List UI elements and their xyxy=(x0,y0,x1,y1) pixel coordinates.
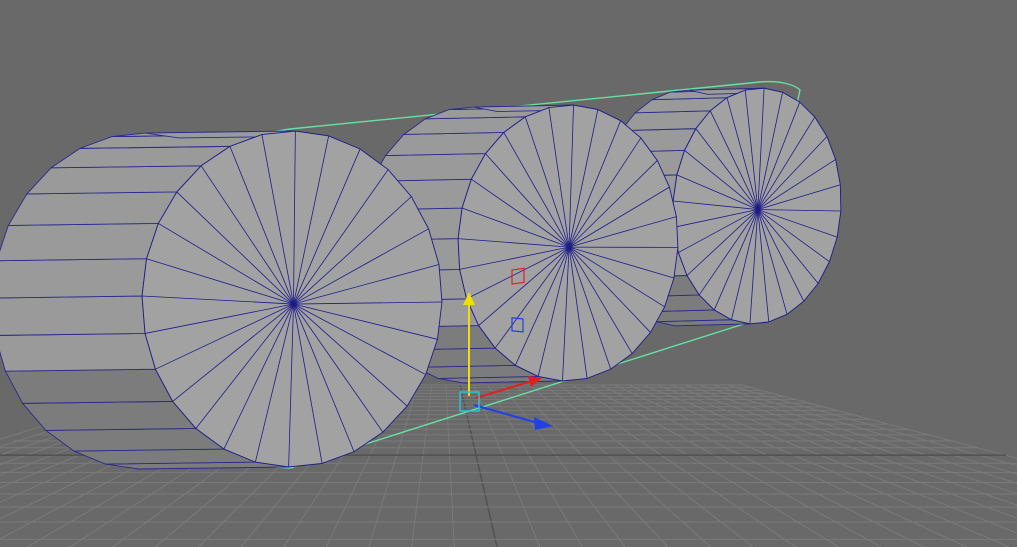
cylinder-side-face xyxy=(44,427,226,452)
grid-line xyxy=(614,384,968,547)
3d-viewport[interactable] xyxy=(0,0,1017,547)
cylinder-pivot xyxy=(755,207,760,212)
grid-line xyxy=(515,384,669,547)
grid-line xyxy=(529,384,712,547)
cylinder-side-face xyxy=(21,400,197,431)
cylinder-side-face xyxy=(73,448,256,465)
grid-line xyxy=(544,384,755,547)
cylinder-side-face xyxy=(384,131,505,157)
cylinder-side-face xyxy=(0,258,148,299)
z-axis-handle[interactable] xyxy=(473,404,539,424)
cylinder-side-face xyxy=(7,191,178,226)
grid-line xyxy=(628,384,1011,547)
cylinder-side-face xyxy=(0,332,157,372)
cylinder-side-face xyxy=(0,295,146,336)
grid-line xyxy=(473,384,541,547)
grid-line xyxy=(586,384,883,547)
cylinder-1[interactable] xyxy=(0,130,443,470)
viewport-canvas[interactable] xyxy=(0,0,1017,547)
cylinder-side-face xyxy=(0,222,159,262)
cylinder-pivot xyxy=(291,302,296,307)
cylinder-side-face xyxy=(4,368,174,404)
grid-line xyxy=(459,384,498,547)
cylinder-pivot xyxy=(567,245,572,250)
grid-line xyxy=(698,384,1017,484)
cylinder-side-face xyxy=(25,165,203,195)
grid-line xyxy=(572,384,840,547)
grid-line xyxy=(445,384,455,547)
grid-line xyxy=(411,384,433,547)
cylinder-cap-face xyxy=(141,130,443,468)
grid-line xyxy=(600,384,926,547)
grid-line xyxy=(727,384,1017,467)
x-axis-handle[interactable] xyxy=(475,380,533,399)
grid-line xyxy=(741,384,1017,459)
